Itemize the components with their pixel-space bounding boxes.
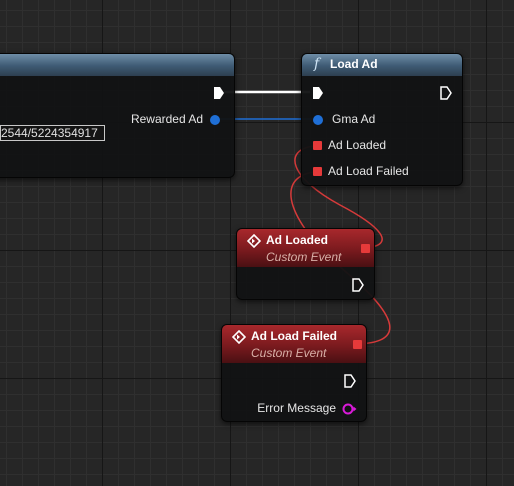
- node-title: Ad Loaded: [266, 233, 328, 247]
- ad-loaded-input-pin[interactable]: [313, 141, 322, 150]
- function-icon: f: [314, 56, 320, 72]
- exec-output-pin[interactable]: [344, 374, 356, 388]
- rewarded-ad-source-node[interactable]: Rewarded Ad: [0, 53, 235, 178]
- node-header: [302, 54, 462, 76]
- exec-input-pin[interactable]: [312, 86, 324, 100]
- node-title: Ad Load Failed: [251, 329, 338, 343]
- delegate-output-pin[interactable]: [361, 244, 370, 253]
- ad-load-failed-input-pin[interactable]: [313, 167, 322, 176]
- event-icon: [247, 234, 261, 248]
- gma-ad-label: Gma Ad: [332, 112, 376, 126]
- node-title: Load Ad: [330, 57, 378, 71]
- ad-load-failed-label: Ad Load Failed: [328, 164, 409, 178]
- exec-output-pin[interactable]: [440, 86, 452, 100]
- error-message-label: Error Message: [257, 401, 336, 415]
- exec-output-pin[interactable]: [352, 278, 364, 292]
- node-header: [0, 54, 234, 76]
- rewarded-ad-output-pin[interactable]: [210, 115, 220, 125]
- load-ad-node[interactable]: f Load Ad Gma Ad Ad Loaded Ad Load Faile…: [301, 53, 463, 186]
- event-icon: [232, 330, 246, 344]
- error-message-output-pin[interactable]: [342, 402, 358, 416]
- ad-load-failed-event-node[interactable]: Ad Load Failed Custom Event Error Messag…: [221, 324, 367, 422]
- rewarded-ad-label: Rewarded Ad: [130, 112, 203, 126]
- ad-unit-id-input[interactable]: 2544/5224354917: [0, 125, 105, 141]
- ad-loaded-event-node[interactable]: Ad Loaded Custom Event: [236, 228, 375, 300]
- gma-ad-input-pin[interactable]: [313, 115, 323, 125]
- node-subtitle: Custom Event: [251, 346, 327, 360]
- ad-loaded-label: Ad Loaded: [328, 138, 387, 152]
- delegate-output-pin[interactable]: [353, 340, 362, 349]
- node-subtitle: Custom Event: [266, 250, 342, 264]
- exec-output-pin[interactable]: [213, 86, 225, 100]
